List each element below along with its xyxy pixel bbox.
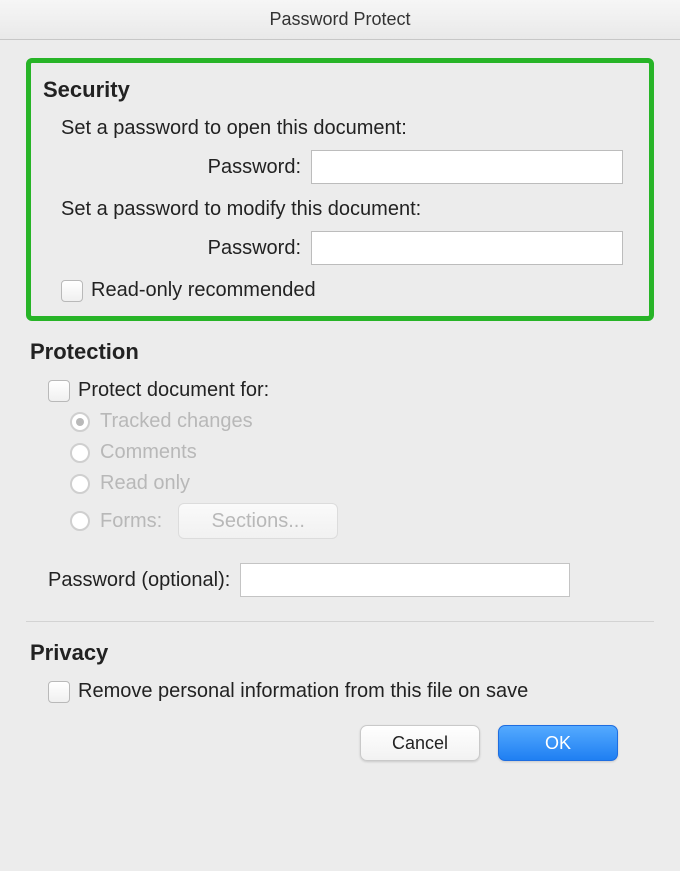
option-label: Comments xyxy=(100,441,197,464)
radio-icon xyxy=(70,412,90,432)
open-password-prompt: Set a password to open this document: xyxy=(61,117,637,140)
privacy-remove-checkbox[interactable] xyxy=(48,681,70,703)
section-divider xyxy=(26,621,654,622)
protection-options: Tracked changes Comments Read only Forms… xyxy=(70,410,654,539)
window-titlebar: Password Protect xyxy=(0,0,680,40)
sections-button[interactable]: Sections... xyxy=(178,503,338,539)
security-section: Security Set a password to open this doc… xyxy=(26,58,654,321)
protection-password-row: Password (optional): xyxy=(48,563,654,597)
protect-for-label: Protect document for: xyxy=(78,379,269,402)
modify-password-prompt: Set a password to modify this document: xyxy=(61,198,637,221)
dialog-content: Security Set a password to open this doc… xyxy=(0,40,680,761)
option-comments[interactable]: Comments xyxy=(70,441,654,464)
window-title: Password Protect xyxy=(269,9,410,30)
protection-heading: Protection xyxy=(30,339,654,365)
protection-section: Protection Protect document for: Tracked… xyxy=(26,339,654,597)
privacy-remove-row: Remove personal information from this fi… xyxy=(48,680,654,703)
ok-button[interactable]: OK xyxy=(498,725,618,761)
dialog-footer: Cancel OK xyxy=(26,703,654,761)
privacy-heading: Privacy xyxy=(30,640,654,666)
option-read-only[interactable]: Read only xyxy=(70,472,654,495)
radio-icon xyxy=(70,443,90,463)
modify-password-input[interactable] xyxy=(311,231,623,265)
open-password-label: Password: xyxy=(61,156,311,179)
open-password-input[interactable] xyxy=(311,150,623,184)
radio-icon xyxy=(70,511,90,531)
protection-password-input[interactable] xyxy=(240,563,570,597)
option-label: Read only xyxy=(100,472,190,495)
readonly-label: Read-only recommended xyxy=(91,279,316,302)
readonly-row: Read-only recommended xyxy=(61,279,637,302)
privacy-remove-label: Remove personal information from this fi… xyxy=(78,680,528,703)
option-label: Tracked changes xyxy=(100,410,253,433)
modify-password-row: Password: xyxy=(61,231,637,265)
readonly-checkbox[interactable] xyxy=(61,280,83,302)
protect-for-row: Protect document for: xyxy=(48,379,654,402)
radio-icon xyxy=(70,474,90,494)
option-forms[interactable]: Forms: Sections... xyxy=(70,503,654,539)
protect-for-checkbox[interactable] xyxy=(48,380,70,402)
option-label: Forms: xyxy=(100,510,162,533)
protection-password-label: Password (optional): xyxy=(48,569,240,592)
modify-password-label: Password: xyxy=(61,237,311,260)
cancel-button-label: Cancel xyxy=(392,733,448,754)
ok-button-label: OK xyxy=(545,733,571,754)
option-tracked-changes[interactable]: Tracked changes xyxy=(70,410,654,433)
open-password-row: Password: xyxy=(61,150,637,184)
sections-button-label: Sections... xyxy=(212,510,305,533)
privacy-section: Privacy Remove personal information from… xyxy=(26,640,654,703)
security-heading: Security xyxy=(43,77,637,103)
cancel-button[interactable]: Cancel xyxy=(360,725,480,761)
